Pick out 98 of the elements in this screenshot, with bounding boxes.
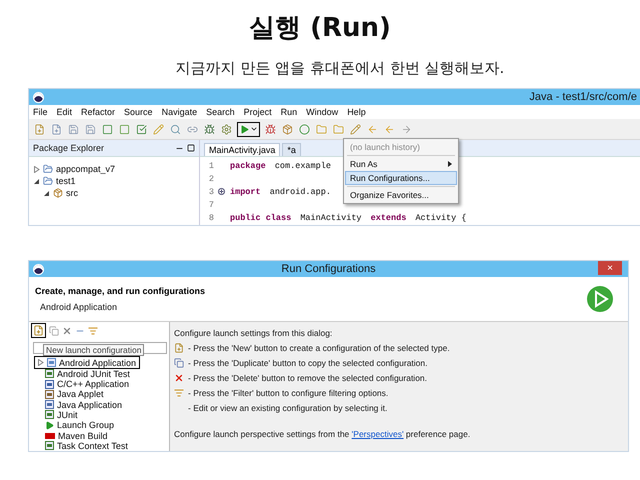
tree-item[interactable]: Launch Group <box>57 420 114 430</box>
close-button[interactable]: × <box>598 261 622 275</box>
code-token: extends <box>370 212 408 222</box>
hint-text: - Press the 'New' button to create a configuration of the selected type. <box>188 343 450 353</box>
tree-item[interactable]: Java Applet <box>57 389 104 400</box>
filter-icon[interactable] <box>88 326 98 336</box>
tree-item[interactable]: JUnit <box>57 410 78 420</box>
expand-arrow-icon[interactable] <box>43 190 50 196</box>
line-number: 3 <box>208 186 214 196</box>
window-title: Java - test1/src/com/e <box>529 91 637 103</box>
arrow-right-icon[interactable] <box>401 124 412 134</box>
eclipse-logo-icon <box>33 264 44 274</box>
new-file-icon[interactable] <box>34 124 45 134</box>
run-icon <box>239 124 250 134</box>
menu-item[interactable]: Run <box>280 107 298 117</box>
save-icon[interactable] <box>85 124 96 134</box>
save-icon[interactable] <box>68 124 79 134</box>
tree-item[interactable]: Maven Build <box>58 430 108 441</box>
tree-item[interactable]: Android JUnit Test <box>57 368 130 379</box>
tree-item[interactable]: Java Application <box>57 400 122 410</box>
new-file-icon[interactable] <box>51 124 62 134</box>
eclipse-logo-icon <box>33 92 44 102</box>
bug-icon[interactable] <box>265 124 276 134</box>
line-number: 7 <box>208 200 214 210</box>
search-icon[interactable] <box>170 124 181 134</box>
delete-icon <box>174 373 184 383</box>
file-icon <box>45 441 54 450</box>
folder-icon[interactable] <box>333 124 344 134</box>
bug-icon[interactable] <box>204 124 215 134</box>
run-button[interactable] <box>237 122 260 136</box>
pencil-icon[interactable] <box>153 124 164 134</box>
arrow-left-icon[interactable] <box>367 124 378 134</box>
line-number: 1 <box>208 160 214 170</box>
code-token: android.app. <box>270 186 331 196</box>
tree-item[interactable]: Task Context Test <box>57 440 128 451</box>
tree-item[interactable]: appcompat_v7 <box>56 164 116 174</box>
package-icon <box>53 188 63 198</box>
perspectives-link[interactable]: 'Perspectives' <box>352 429 404 439</box>
footer-text: Configure launch perspective settings from the 'Perspectives' preference page. <box>174 429 472 439</box>
tree-item[interactable]: src <box>66 188 78 198</box>
pencil-icon[interactable] <box>350 124 361 134</box>
menu-item[interactable]: Source <box>124 107 153 117</box>
view-tab[interactable]: Package Explorer <box>29 140 199 157</box>
editor-tab[interactable]: *a <box>282 143 301 156</box>
run-icon <box>586 285 614 313</box>
menu-item[interactable]: Help <box>347 107 366 117</box>
copy-icon[interactable] <box>49 326 59 336</box>
window-title: Run Configurations <box>281 263 376 275</box>
caret-icon <box>250 125 258 133</box>
copy-icon <box>174 358 184 368</box>
menu-item[interactable]: Project <box>244 107 272 117</box>
code-token: Activity { <box>415 212 466 222</box>
menu-item: (no launch history) <box>349 141 421 154</box>
slide-title: 실행 (Run) <box>249 12 391 45</box>
tooltip: New launch configuration <box>43 344 144 356</box>
menu-item[interactable]: Window <box>306 107 338 117</box>
tree-item[interactable]: Android Application <box>59 358 136 368</box>
delete-icon[interactable] <box>62 326 72 336</box>
menu-item[interactable]: File <box>33 107 48 117</box>
code-token: com.example <box>274 160 331 170</box>
tree-item[interactable]: C/C++ Application <box>57 379 130 390</box>
slide-subtitle: 지금까지 만든 앱을 휴대폰에서 한번 실행해보자. <box>174 59 504 78</box>
menu-item[interactable]: Navigate <box>162 107 198 117</box>
hint-text: - Press the 'Delete' button to remove the selected configuration. <box>188 373 428 383</box>
intro-text: Configure launch settings from this dialog: <box>174 328 334 338</box>
filter-icon <box>174 388 184 398</box>
new-configuration-button[interactable] <box>31 323 46 338</box>
dialog-heading: Create, manage, and run configurations <box>35 286 206 296</box>
menu-item[interactable]: Edit <box>56 107 72 117</box>
fold-icon[interactable] <box>218 188 225 195</box>
folder-icon[interactable] <box>316 124 327 134</box>
menu-item[interactable]: Organize Favorites... <box>345 188 457 202</box>
arrow-left-icon[interactable] <box>384 124 395 134</box>
hint-text: - Edit or view an existing configuration by selecting it. <box>188 403 388 413</box>
settings-icon[interactable] <box>221 124 232 134</box>
expand-arrow-icon[interactable] <box>33 178 40 184</box>
menu-item[interactable]: Run Configurations... <box>345 171 457 185</box>
view-title: Package Explorer <box>33 143 104 153</box>
hint-text: - Press the 'Filter' button to configure filtering options. <box>188 388 388 398</box>
maximize-icon[interactable] <box>187 144 195 152</box>
new-file-icon <box>174 343 184 353</box>
line-number: 2 <box>208 174 214 184</box>
checkbox-icon[interactable] <box>136 124 147 134</box>
editor-tab[interactable]: MainActivity.java <box>204 143 280 156</box>
menu-item[interactable]: Search <box>206 107 235 117</box>
package-icon[interactable] <box>282 124 293 134</box>
code-token: import <box>230 186 262 196</box>
code-token: public class <box>230 212 292 222</box>
code-token: MainActivity <box>300 212 363 222</box>
line-number: 8 <box>208 212 214 222</box>
code-token: package <box>230 160 267 170</box>
menu-item[interactable]: Refactor <box>81 107 116 117</box>
dialog-subheading: Android Application <box>39 302 118 312</box>
hint-text: - Press the 'Duplicate' button to copy the selected configuration. <box>188 358 428 368</box>
tree-item[interactable]: test1 <box>56 176 76 186</box>
play-icon <box>45 420 54 430</box>
menu-item[interactable]: Run As <box>345 157 457 171</box>
circle-icon[interactable] <box>299 124 310 134</box>
